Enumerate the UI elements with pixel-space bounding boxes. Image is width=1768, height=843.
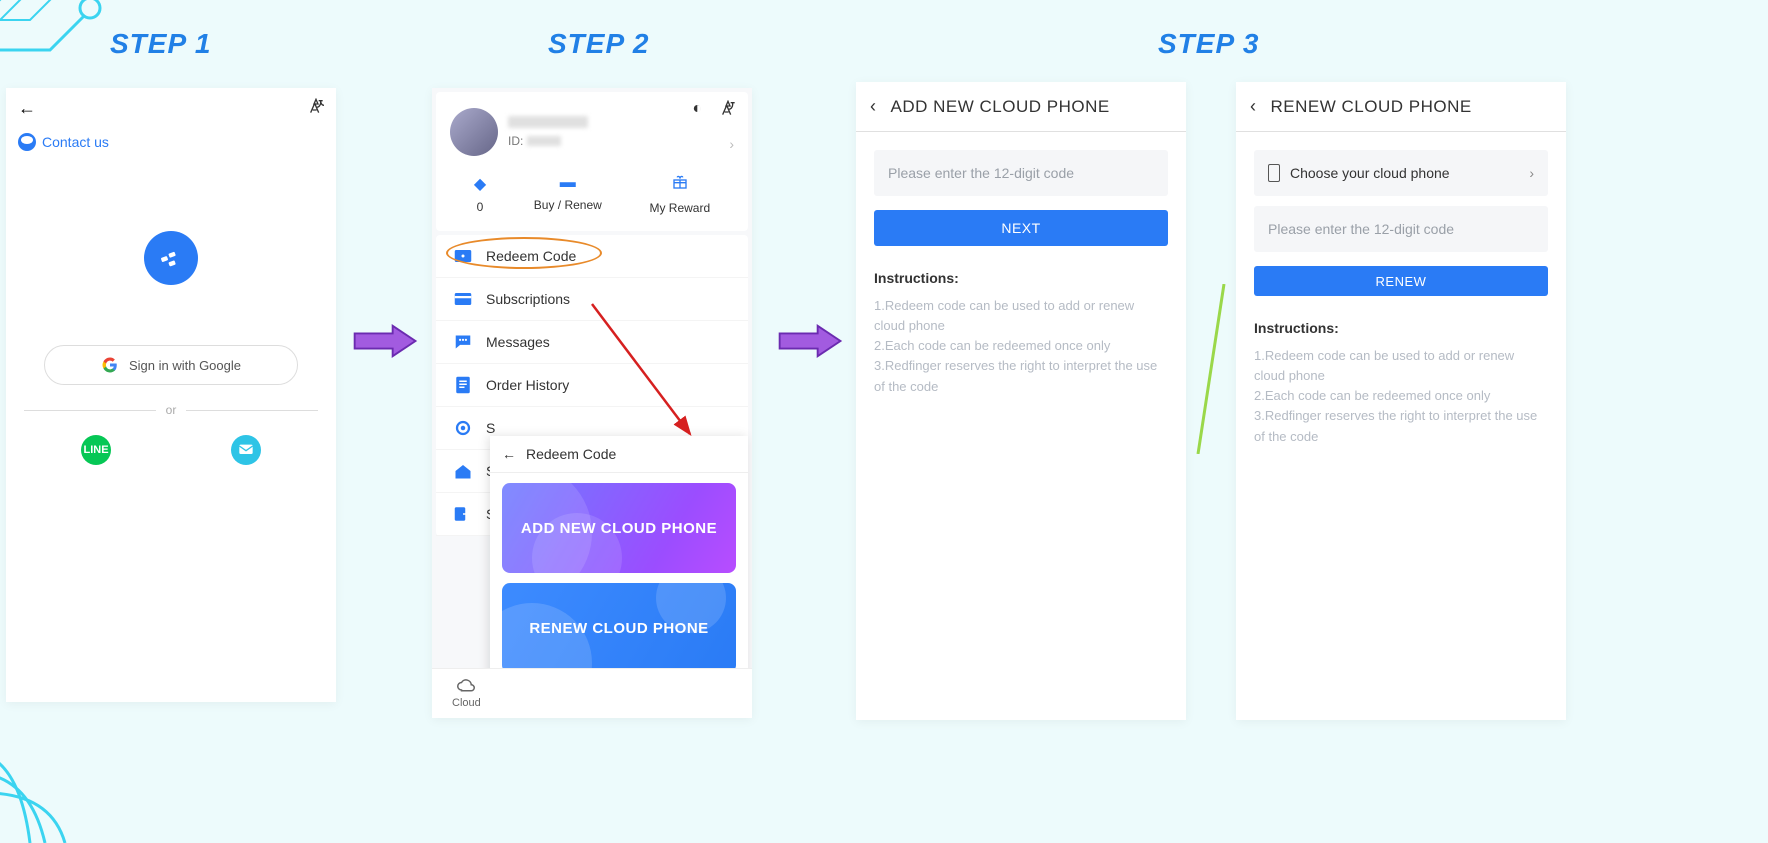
menu-s1-label: S [486,420,495,436]
card-icon: ▬ [560,174,576,192]
add-title: ADD NEW CLOUD PHONE [891,97,1110,117]
diamond-icon: ◆ [474,174,486,194]
screen-login: ← Contact us Sign in with Google or LINE [6,88,336,702]
chevron-right-icon: › [1529,165,1534,181]
step1-label: STEP 1 [110,28,211,60]
contact-label: Contact us [42,134,109,150]
line-login-button[interactable]: LINE [81,435,111,465]
menu-redeem-code[interactable]: Redeem Code [436,235,748,278]
back-icon[interactable]: ← [18,98,36,119]
instr-1: 1.Redeem code can be used to add or rene… [1254,346,1548,386]
choose-label: Choose your cloud phone [1290,165,1450,181]
instr-3: 3.Redfinger reserves the right to interp… [1254,406,1548,446]
username-redacted [508,116,588,128]
back-icon[interactable]: ← [502,446,516,462]
step-arrow-2 [777,322,845,360]
menu-order-history[interactable]: Order History [436,364,748,407]
renew-title: RENEW CLOUD PHONE [1271,97,1472,117]
instructions-body: 1.Redeem code can be used to add or rene… [1236,342,1566,451]
gear-icon [454,419,472,437]
google-icon [101,356,119,374]
doc-icon [454,376,472,394]
choose-phone-row[interactable]: Choose your cloud phone › [1254,150,1548,196]
phone-icon [1268,164,1280,182]
nav-cloud-label: Cloud [452,697,481,709]
buy-renew-stat[interactable]: ▬ Buy / Renew [534,174,602,215]
chat-icon [454,333,472,351]
gift-icon [672,174,688,195]
instr-2: 2.Each code can be redeemed once only [1254,386,1548,406]
profile-card: ◐ ID: › ◆ 0 ▬ Buy / Renew [436,92,748,231]
back-icon[interactable]: ‹ [870,96,877,117]
code-placeholder: Please enter the 12-digit code [1268,221,1454,237]
decor-slash [1194,284,1230,454]
bottom-nav: Cloud [432,668,752,718]
back-icon[interactable]: ‹ [1250,96,1257,117]
chat-login-button[interactable] [231,435,261,465]
card-icon [454,290,472,308]
reward-label: My Reward [649,201,710,215]
buy-label: Buy / Renew [534,198,602,212]
home-icon [454,462,472,480]
instructions-heading: Instructions: [856,246,1186,292]
divider [186,410,318,411]
menu-messages[interactable]: Messages [436,321,748,364]
points-value: 0 [477,200,484,214]
overlay-title: Redeem Code [526,446,616,462]
instructions-body: 1.Redeem code can be used to add or rene… [856,292,1186,401]
screen-renew-phone: ‹ RENEW CLOUD PHONE Choose your cloud ph… [1236,82,1566,720]
menu-msgs-label: Messages [486,334,550,350]
google-btn-label: Sign in with Google [129,358,241,373]
menu-order-label: Order History [486,377,569,393]
avatar[interactable] [450,108,498,156]
instructions-heading: Instructions: [1236,296,1566,342]
chevron-right-icon[interactable]: › [729,136,734,152]
menu-subs-label: Subscriptions [486,291,570,307]
step-arrow-1 [352,322,420,360]
next-button[interactable]: NEXT [874,210,1168,246]
renew-label: RENEW [1376,274,1427,289]
points-stat[interactable]: ◆ 0 [474,174,486,215]
renew-cloud-phone-button[interactable]: RENEW CLOUD PHONE [502,583,736,673]
next-label: NEXT [1001,220,1040,236]
renew-btn-label: RENEW CLOUD PHONE [529,620,708,637]
add-cloud-phone-button[interactable]: ADD NEW CLOUD PHONE [502,483,736,573]
id-redacted [527,136,561,146]
ticket-icon [454,247,472,265]
menu-redeem-label: Redeem Code [486,248,576,264]
reward-stat[interactable]: My Reward [649,174,710,215]
step3-label: STEP 3 [1158,28,1259,60]
instr-2: 2.Each code can be redeemed once only [874,336,1168,356]
or-label: or [166,403,177,417]
instr-1: 1.Redeem code can be used to add or rene… [874,296,1168,336]
google-signin-button[interactable]: Sign in with Google [44,345,298,385]
divider [24,410,156,411]
contact-us-link[interactable]: Contact us [6,129,336,171]
nav-cloud[interactable]: Cloud [452,679,481,709]
app-logo [144,231,198,285]
screen-add-phone: ‹ ADD NEW CLOUD PHONE Please enter the 1… [856,82,1186,720]
code-input[interactable]: Please enter the 12-digit code [1254,206,1548,252]
id-label: ID: [508,134,523,148]
step2-label: STEP 2 [548,28,649,60]
contact-icon [18,133,36,151]
add-btn-label: ADD NEW CLOUD PHONE [521,520,717,537]
screen-profile-menu: ◐ ID: › ◆ 0 ▬ Buy / Renew [432,88,752,718]
code-input[interactable]: Please enter the 12-digit code [874,150,1168,196]
menu-subscriptions[interactable]: Subscriptions [436,278,748,321]
instr-3: 3.Redfinger reserves the right to interp… [874,356,1168,396]
redeem-overlay: ← Redeem Code ADD NEW CLOUD PHONE RENEW … [490,436,748,693]
cloud-icon [457,679,475,695]
decor-lines-bottom [0,723,110,843]
code-placeholder: Please enter the 12-digit code [888,165,1074,181]
exit-icon [454,505,472,523]
translate-icon[interactable] [308,98,324,119]
renew-button[interactable]: RENEW [1254,266,1548,296]
translate-icon[interactable] [720,100,736,121]
contrast-icon[interactable]: ◐ [692,100,702,121]
